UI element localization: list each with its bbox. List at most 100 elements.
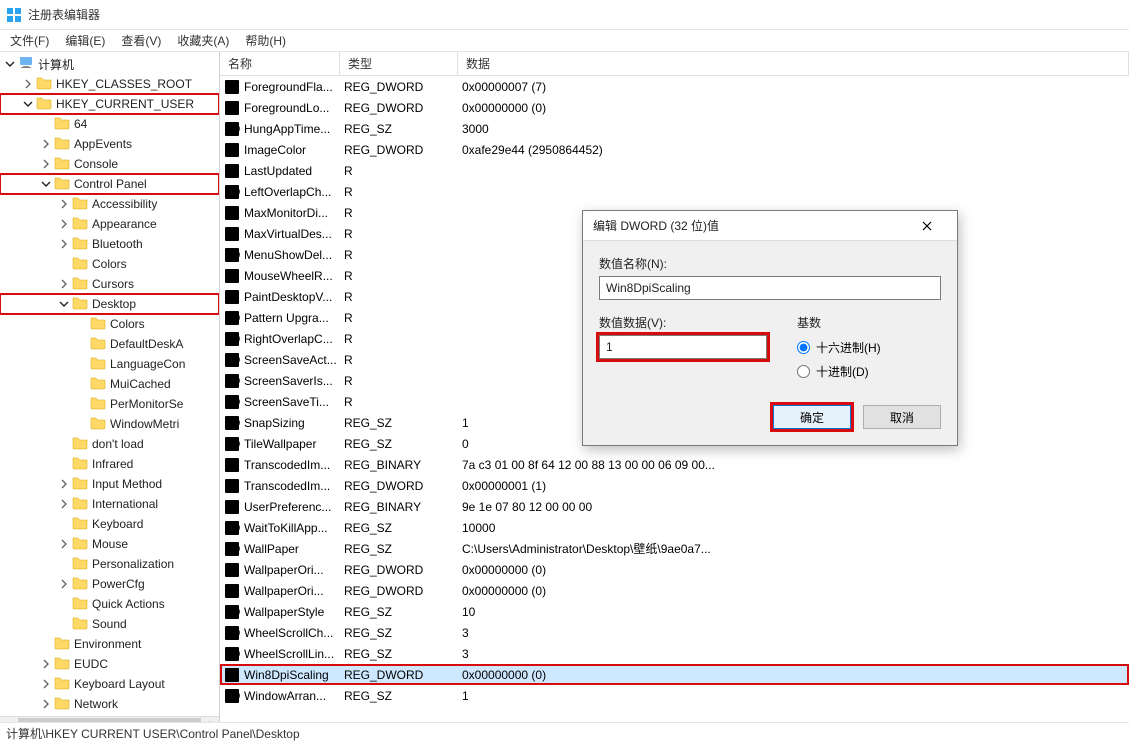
tree-node-hkey_current_user[interactable]: HKEY_CURRENT_USER xyxy=(0,94,219,114)
dialog-close-button[interactable] xyxy=(907,212,947,240)
ok-button[interactable]: 确定 xyxy=(773,405,851,429)
value-data-input[interactable] xyxy=(599,335,767,359)
tree-node-don-t-load[interactable]: don't load xyxy=(0,434,219,454)
menu-item-1[interactable]: 编辑(E) xyxy=(59,30,111,51)
chevron-right-icon[interactable] xyxy=(40,698,52,710)
tree-node-muicached[interactable]: MuiCached xyxy=(0,374,219,394)
chevron-right-icon[interactable] xyxy=(58,238,70,250)
list-row[interactable]: LastUpdatedR xyxy=(220,160,1129,181)
tree-node-international[interactable]: International xyxy=(0,494,219,514)
chevron-down-icon[interactable] xyxy=(58,298,70,310)
list-row[interactable]: WallpaperOri...REG_DWORD0x00000000 (0) xyxy=(220,559,1129,580)
tree-node-eudc[interactable]: EUDC xyxy=(0,654,219,674)
cell-name: ForegroundFla... xyxy=(220,79,340,95)
list-row[interactable]: WheelScrollCh...REG_SZ3 xyxy=(220,622,1129,643)
tree-node-mouse[interactable]: Mouse xyxy=(0,534,219,554)
col-header-type[interactable]: 类型 xyxy=(340,52,458,75)
tree-node-permonitorse[interactable]: PerMonitorSe xyxy=(0,394,219,414)
chevron-right-icon[interactable] xyxy=(58,198,70,210)
list-row[interactable]: WaitToKillApp...REG_SZ10000 xyxy=(220,517,1129,538)
chevron-right-icon[interactable] xyxy=(58,498,70,510)
list-row[interactable]: HungAppTime...REG_SZ3000 xyxy=(220,118,1129,139)
tree-node-desktop[interactable]: Desktop xyxy=(0,294,219,314)
scroll-right-button[interactable] xyxy=(202,717,219,723)
tree-node-personalization[interactable]: Personalization xyxy=(0,554,219,574)
scroll-thumb[interactable] xyxy=(18,718,201,723)
list-row[interactable]: UserPreferenc...REG_BINARY9e 1e 07 80 12… xyxy=(220,496,1129,517)
cell-type: REG_SZ xyxy=(340,122,458,136)
chevron-right-icon[interactable] xyxy=(58,218,70,230)
tree-node-defaultdeska[interactable]: DefaultDeskA xyxy=(0,334,219,354)
tree-node-appearance[interactable]: Appearance xyxy=(0,214,219,234)
tree-node-keyboard-layout[interactable]: Keyboard Layout xyxy=(0,674,219,694)
menu-item-4[interactable]: 帮助(H) xyxy=(239,30,292,51)
cell-name: LastUpdated xyxy=(220,163,340,179)
cell-name: WindowArran... xyxy=(220,688,340,704)
tree-node-bluetooth[interactable]: Bluetooth xyxy=(0,234,219,254)
tree-node-powercfg[interactable]: PowerCfg xyxy=(0,574,219,594)
list-row[interactable]: WallpaperStyleREG_SZ10 xyxy=(220,601,1129,622)
menu-item-2[interactable]: 查看(V) xyxy=(115,30,167,51)
tree-node-environment[interactable]: Environment xyxy=(0,634,219,654)
list-row[interactable]: ImageColorREG_DWORD0xafe29e44 (295086445… xyxy=(220,139,1129,160)
tree-pane[interactable]: 计算机HKEY_CLASSES_ROOTHKEY_CURRENT_USER64A… xyxy=(0,52,220,722)
tree-node-windowmetri[interactable]: WindowMetri xyxy=(0,414,219,434)
list-row[interactable]: ForegroundLo...REG_DWORD0x00000000 (0) xyxy=(220,97,1129,118)
tree-node-colors[interactable]: Colors xyxy=(0,254,219,274)
tree-node-keyboard[interactable]: Keyboard xyxy=(0,514,219,534)
scroll-left-button[interactable] xyxy=(0,717,17,723)
list-row[interactable]: ForegroundFla...REG_DWORD0x00000007 (7) xyxy=(220,76,1129,97)
chevron-down-icon[interactable] xyxy=(40,178,52,190)
tree-node--[interactable]: 计算机 xyxy=(0,54,219,74)
chevron-down-icon[interactable] xyxy=(22,98,34,110)
list-row[interactable]: TranscodedIm...REG_DWORD0x00000001 (1) xyxy=(220,475,1129,496)
list-row[interactable]: Win8DpiScalingREG_DWORD0x00000000 (0) xyxy=(220,664,1129,685)
tree-label: MuiCached xyxy=(110,377,171,391)
tree-node-cursors[interactable]: Cursors xyxy=(0,274,219,294)
menu-item-0[interactable]: 文件(F) xyxy=(4,30,55,51)
chevron-right-icon[interactable] xyxy=(40,138,52,150)
tree-node-64[interactable]: 64 xyxy=(0,114,219,134)
radio-hex[interactable]: 十六进制(H) xyxy=(797,335,881,359)
col-header-name[interactable]: 名称 xyxy=(220,52,340,75)
dialog-titlebar[interactable]: 编辑 DWORD (32 位)值 xyxy=(583,211,957,241)
tree-node-input-method[interactable]: Input Method xyxy=(0,474,219,494)
tree-node-control-panel[interactable]: Control Panel xyxy=(0,174,219,194)
tree-node-accessibility[interactable]: Accessibility xyxy=(0,194,219,214)
tree-node-sound[interactable]: Sound xyxy=(0,614,219,634)
cancel-button[interactable]: 取消 xyxy=(863,405,941,429)
value-name-input[interactable] xyxy=(599,276,941,300)
list-row[interactable]: WheelScrollLin...REG_SZ3 xyxy=(220,643,1129,664)
radio-dec-input[interactable] xyxy=(797,365,810,378)
tree-hscrollbar[interactable] xyxy=(0,716,219,722)
chevron-right-icon[interactable] xyxy=(22,78,34,90)
col-header-data[interactable]: 数据 xyxy=(458,52,1129,75)
tree-node-hkey_classes_root[interactable]: HKEY_CLASSES_ROOT xyxy=(0,74,219,94)
tree-node-console[interactable]: Console xyxy=(0,154,219,174)
menu-item-3[interactable]: 收藏夹(A) xyxy=(171,30,235,51)
tree-node-colors[interactable]: Colors xyxy=(0,314,219,334)
value-name: WindowArran... xyxy=(244,689,326,703)
tree-node-languagecon[interactable]: LanguageCon xyxy=(0,354,219,374)
chevron-down-icon[interactable] xyxy=(4,58,16,70)
tree-node-network[interactable]: Network xyxy=(0,694,219,714)
chevron-right-icon[interactable] xyxy=(58,538,70,550)
chevron-right-icon[interactable] xyxy=(40,158,52,170)
list-row[interactable]: LeftOverlapCh...R xyxy=(220,181,1129,202)
cell-type: REG_DWORD xyxy=(340,584,458,598)
chevron-right-icon[interactable] xyxy=(58,278,70,290)
radio-hex-input[interactable] xyxy=(797,341,810,354)
tree-node-infrared[interactable]: Infrared xyxy=(0,454,219,474)
chevron-right-icon[interactable] xyxy=(40,678,52,690)
radio-dec[interactable]: 十进制(D) xyxy=(797,359,881,383)
tree-node-appevents[interactable]: AppEvents xyxy=(0,134,219,154)
chevron-right-icon[interactable] xyxy=(58,578,70,590)
list-row[interactable]: WallPaperREG_SZC:\Users\Administrator\De… xyxy=(220,538,1129,559)
tree-node-quick-actions[interactable]: Quick Actions xyxy=(0,594,219,614)
chevron-right-icon[interactable] xyxy=(58,478,70,490)
chevron-right-icon[interactable] xyxy=(40,658,52,670)
list-row[interactable]: WindowArran...REG_SZ1 xyxy=(220,685,1129,706)
list-row[interactable]: TranscodedIm...REG_BINARY7a c3 01 00 8f … xyxy=(220,454,1129,475)
list-row[interactable]: WallpaperOri...REG_DWORD0x00000000 (0) xyxy=(220,580,1129,601)
folder-icon xyxy=(36,75,56,94)
